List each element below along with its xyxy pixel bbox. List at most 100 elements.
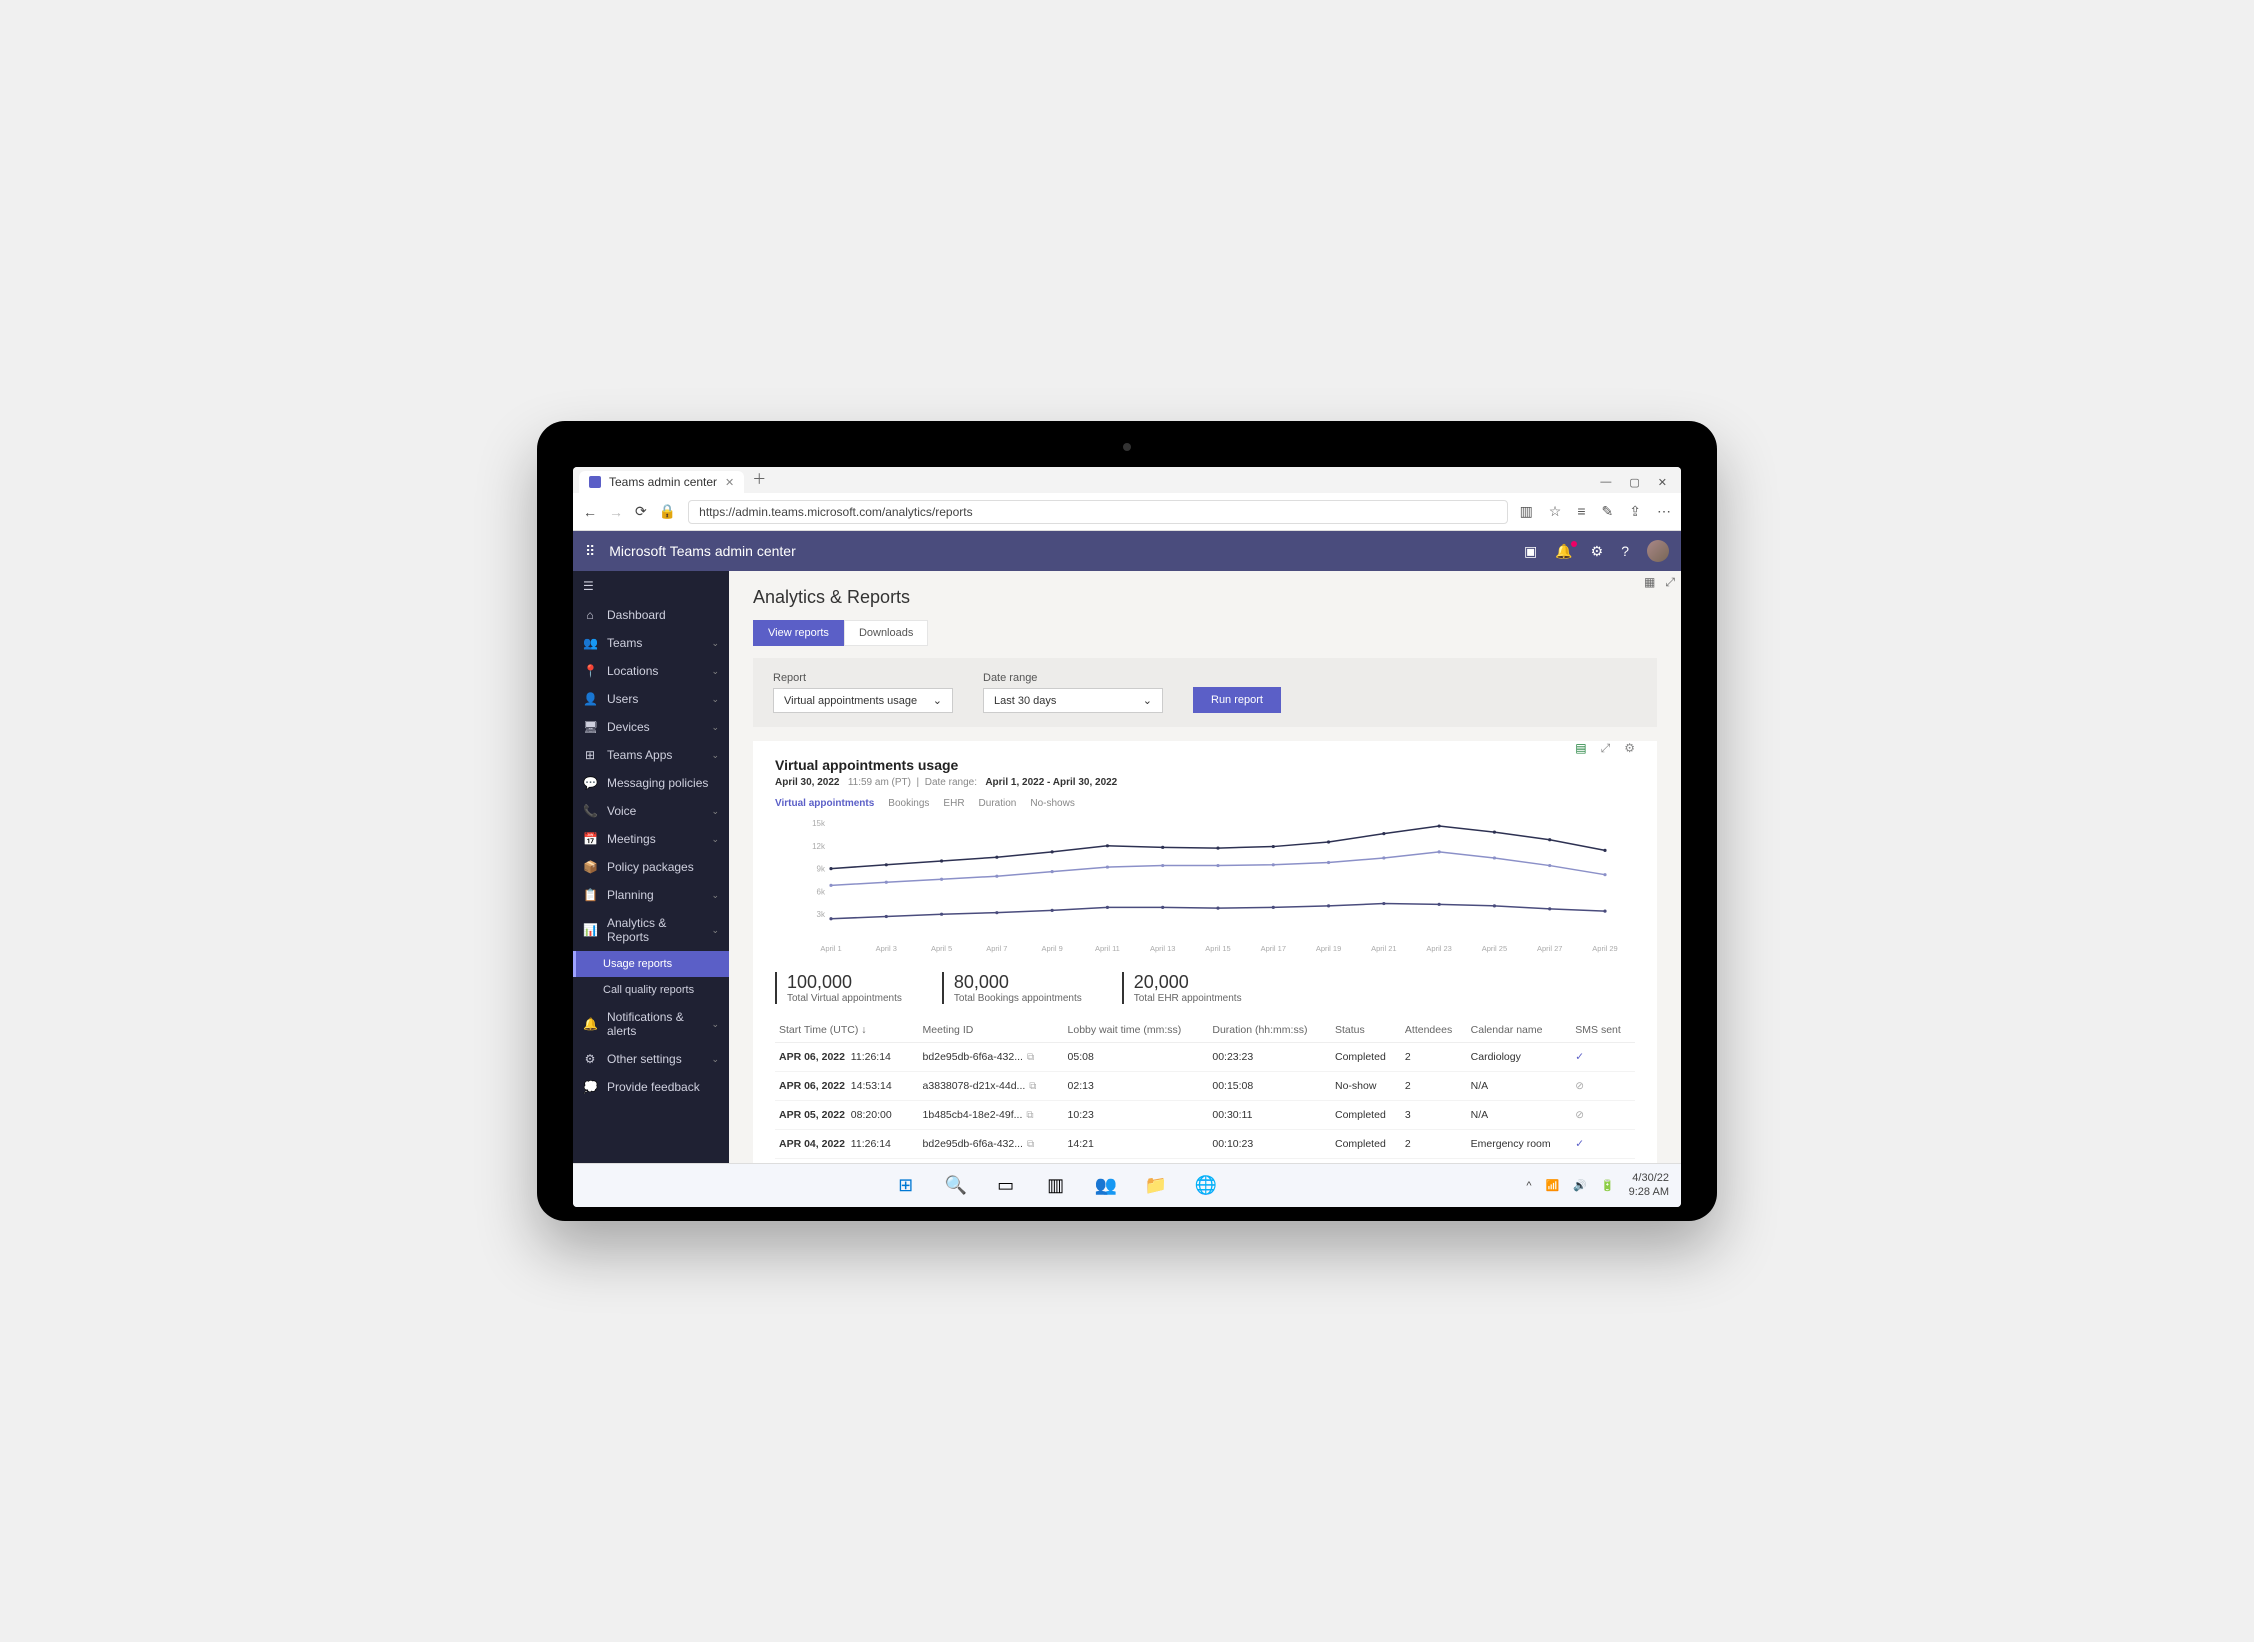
window-close-icon[interactable]: ✕ bbox=[1658, 476, 1667, 489]
fullscreen-icon[interactable]: ⤢ bbox=[1601, 741, 1611, 756]
taskbar-clock[interactable]: 4/30/22 9:28 AM bbox=[1629, 1172, 1669, 1198]
windows-taskbar: ⊞ 🔍 ▭ ▥ 👥 📁 🌐 ^ 📶 🔊 🔋 4/30/22 9:28 AM bbox=[573, 1163, 1681, 1207]
table-header[interactable]: Calendar name bbox=[1467, 1018, 1572, 1043]
url-bar[interactable]: https://admin.teams.microsoft.com/analyt… bbox=[688, 500, 1507, 524]
more-icon[interactable]: ⋯ bbox=[1657, 503, 1671, 520]
new-tab-button[interactable]: ＋ bbox=[752, 469, 766, 491]
chart-subnav-item[interactable]: Virtual appointments bbox=[775, 798, 874, 809]
widgets-icon[interactable]: ▥ bbox=[1042, 1172, 1070, 1200]
table-row[interactable]: APR 06, 2022 11:26:14 bd2e95db-6f6a-432.… bbox=[775, 1043, 1635, 1072]
settings-icon[interactable]: ⚙ bbox=[1591, 543, 1604, 560]
chart-subnav-item[interactable]: No-shows bbox=[1030, 798, 1074, 809]
sidebar-subitem[interactable]: Usage reports bbox=[573, 951, 729, 977]
copy-icon[interactable]: ⧉ bbox=[1029, 1081, 1036, 1092]
sidebar-subitem[interactable]: Call quality reports bbox=[573, 977, 729, 1003]
table-header[interactable]: Meeting ID bbox=[919, 1018, 1064, 1043]
sidebar-icon: ⊞ bbox=[583, 748, 597, 762]
svg-text:April 13: April 13 bbox=[1150, 944, 1175, 953]
sidebar-item[interactable]: 📋Planning⌄ bbox=[573, 881, 729, 909]
sidebar-icon: 📋 bbox=[583, 888, 597, 902]
table-header[interactable]: Start Time (UTC) ↓ bbox=[775, 1018, 919, 1043]
filter-card: Report Virtual appointments usage ⌄ Date… bbox=[753, 658, 1657, 727]
svg-text:April 5: April 5 bbox=[931, 944, 952, 953]
sidebar-item[interactable]: 🔔Notifications & alerts⌄ bbox=[573, 1003, 729, 1045]
help-icon[interactable]: ? bbox=[1621, 543, 1629, 559]
battery-icon[interactable]: 🔋 bbox=[1601, 1179, 1615, 1192]
table-header[interactable]: SMS sent bbox=[1571, 1018, 1635, 1043]
notifications-icon[interactable]: 🔔 bbox=[1555, 543, 1572, 560]
run-report-button[interactable]: Run report bbox=[1193, 687, 1281, 713]
sidebar-item[interactable]: 📊Analytics & Reports⌄ bbox=[573, 909, 729, 951]
favorite-icon[interactable]: ☆ bbox=[1549, 503, 1562, 520]
view-mode-icon[interactable]: ▦ bbox=[1644, 575, 1655, 590]
search-icon[interactable]: 🔍 bbox=[942, 1172, 970, 1200]
svg-text:April 17: April 17 bbox=[1261, 944, 1286, 953]
chart-subnav-item[interactable]: Duration bbox=[979, 798, 1017, 809]
chart-subnav-item[interactable]: EHR bbox=[943, 798, 964, 809]
window-maximize-icon[interactable]: ▢ bbox=[1629, 476, 1639, 489]
page-title: Analytics & Reports bbox=[753, 587, 1657, 608]
sidebar-item[interactable]: 📦Policy packages bbox=[573, 853, 729, 881]
window-titlebar: Teams admin center ✕ ＋ — ▢ ✕ bbox=[573, 467, 1681, 493]
tab-close-icon[interactable]: ✕ bbox=[725, 476, 734, 489]
share-icon[interactable]: ⇪ bbox=[1629, 503, 1641, 520]
report-card: ▤ ⤢ ⚙ Virtual appointments usage April 3… bbox=[753, 741, 1657, 1163]
table-row[interactable]: APR 06, 2022 14:53:14 a3838078-d21x-44d.… bbox=[775, 1072, 1635, 1101]
page-tab[interactable]: View reports bbox=[753, 620, 844, 646]
table-row[interactable]: APR 05, 2022 08:20:00 1b485cb4-18e2-49f.… bbox=[775, 1101, 1635, 1130]
browser-toolbar: ← → ⟳ 🔒 https://admin.teams.microsoft.co… bbox=[573, 493, 1681, 531]
menu-lines-icon[interactable]: ≡ bbox=[1577, 503, 1585, 520]
nav-forward-icon[interactable]: → bbox=[609, 504, 623, 520]
sidebar-item[interactable]: 🖥Devices⌄ bbox=[573, 713, 729, 741]
explorer-icon[interactable]: 📁 bbox=[1142, 1172, 1170, 1200]
sidebar-item[interactable]: 📍Locations⌄ bbox=[573, 657, 729, 685]
edge-icon[interactable]: 🌐 bbox=[1192, 1172, 1220, 1200]
sidebar-item[interactable]: 💬Messaging policies bbox=[573, 769, 729, 797]
export-excel-icon[interactable]: ▤ bbox=[1575, 741, 1586, 756]
teams-taskbar-icon[interactable]: 👥 bbox=[1092, 1172, 1120, 1200]
chart-subnav-item[interactable]: Bookings bbox=[888, 798, 929, 809]
sidebar-item[interactable]: 👤Users⌄ bbox=[573, 685, 729, 713]
table-header[interactable]: Attendees bbox=[1401, 1018, 1467, 1043]
nav-back-icon[interactable]: ← bbox=[583, 504, 597, 520]
window-minimize-icon[interactable]: — bbox=[1600, 476, 1611, 489]
start-button[interactable]: ⊞ bbox=[892, 1172, 920, 1200]
total-stat: 100,000Total Virtual appointments bbox=[775, 972, 902, 1004]
table-row[interactable]: APR 01, 2022 16:26:14 a3838078-d21x-44d.… bbox=[775, 1159, 1635, 1164]
sidebar-item[interactable]: 📞Voice⌄ bbox=[573, 797, 729, 825]
reader-icon[interactable]: ▥ bbox=[1520, 503, 1533, 520]
volume-icon[interactable]: 🔊 bbox=[1573, 1179, 1587, 1192]
copy-icon[interactable]: ⧉ bbox=[1027, 1139, 1034, 1150]
report-select[interactable]: Virtual appointments usage ⌄ bbox=[773, 688, 953, 713]
app-title: Microsoft Teams admin center bbox=[609, 543, 795, 559]
app-launcher-icon[interactable]: ⠿ bbox=[585, 543, 597, 560]
sidebar-toggle-icon[interactable]: ☰ bbox=[573, 571, 729, 601]
refresh-icon[interactable]: ⟳ bbox=[635, 503, 647, 520]
sidebar-icon: 👥 bbox=[583, 636, 597, 650]
copy-icon[interactable]: ⧉ bbox=[1027, 1052, 1034, 1063]
tray-chevron-icon[interactable]: ^ bbox=[1526, 1180, 1531, 1192]
sidebar-item[interactable]: 👥Teams⌄ bbox=[573, 629, 729, 657]
task-view-icon[interactable]: ▭ bbox=[992, 1172, 1020, 1200]
teams-app-icon[interactable]: ▣ bbox=[1524, 543, 1537, 560]
page-tab[interactable]: Downloads bbox=[844, 620, 928, 646]
browser-tab[interactable]: Teams admin center ✕ bbox=[579, 471, 744, 493]
sidebar-item[interactable]: ⌂Dashboard bbox=[573, 601, 729, 629]
range-select[interactable]: Last 30 days ⌄ bbox=[983, 688, 1163, 713]
sidebar-item[interactable]: 📅Meetings⌄ bbox=[573, 825, 729, 853]
table-row[interactable]: APR 04, 2022 11:26:14 bd2e95db-6f6a-432.… bbox=[775, 1130, 1635, 1159]
sidebar-item[interactable]: ⚙Other settings⌄ bbox=[573, 1045, 729, 1073]
copy-icon[interactable]: ⧉ bbox=[1026, 1110, 1033, 1121]
wifi-icon[interactable]: 📶 bbox=[1546, 1179, 1560, 1192]
edit-icon[interactable]: ✎ bbox=[1602, 503, 1614, 520]
sidebar-item[interactable]: 💭Provide feedback bbox=[573, 1073, 729, 1101]
total-stat: 80,000Total Bookings appointments bbox=[942, 972, 1082, 1004]
expand-icon[interactable]: ⤢ bbox=[1665, 575, 1675, 590]
report-settings-icon[interactable]: ⚙ bbox=[1624, 741, 1635, 756]
sidebar-item[interactable]: ⊞Teams Apps⌄ bbox=[573, 741, 729, 769]
user-avatar[interactable] bbox=[1647, 540, 1669, 562]
table-header[interactable]: Lobby wait time (mm:ss) bbox=[1064, 1018, 1209, 1043]
table-header[interactable]: Duration (hh:mm:ss) bbox=[1208, 1018, 1331, 1043]
table-header[interactable]: Status bbox=[1331, 1018, 1401, 1043]
chevron-down-icon: ⌄ bbox=[711, 722, 719, 733]
